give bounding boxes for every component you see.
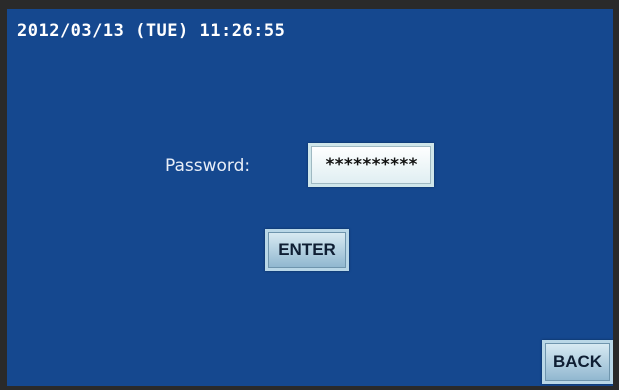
password-value: ********** <box>324 155 418 175</box>
password-field[interactable]: ********** <box>308 143 434 187</box>
login-screen: 2012/03/13 (TUE) 11:26:55 Password: ****… <box>7 9 613 386</box>
datetime-display: 2012/03/13 (TUE) 11:26:55 <box>17 21 286 41</box>
password-label: Password: <box>165 156 251 176</box>
enter-button[interactable]: ENTER <box>265 229 349 271</box>
back-button[interactable]: BACK <box>542 340 613 384</box>
device-bezel: 2012/03/13 (TUE) 11:26:55 Password: ****… <box>0 0 619 390</box>
